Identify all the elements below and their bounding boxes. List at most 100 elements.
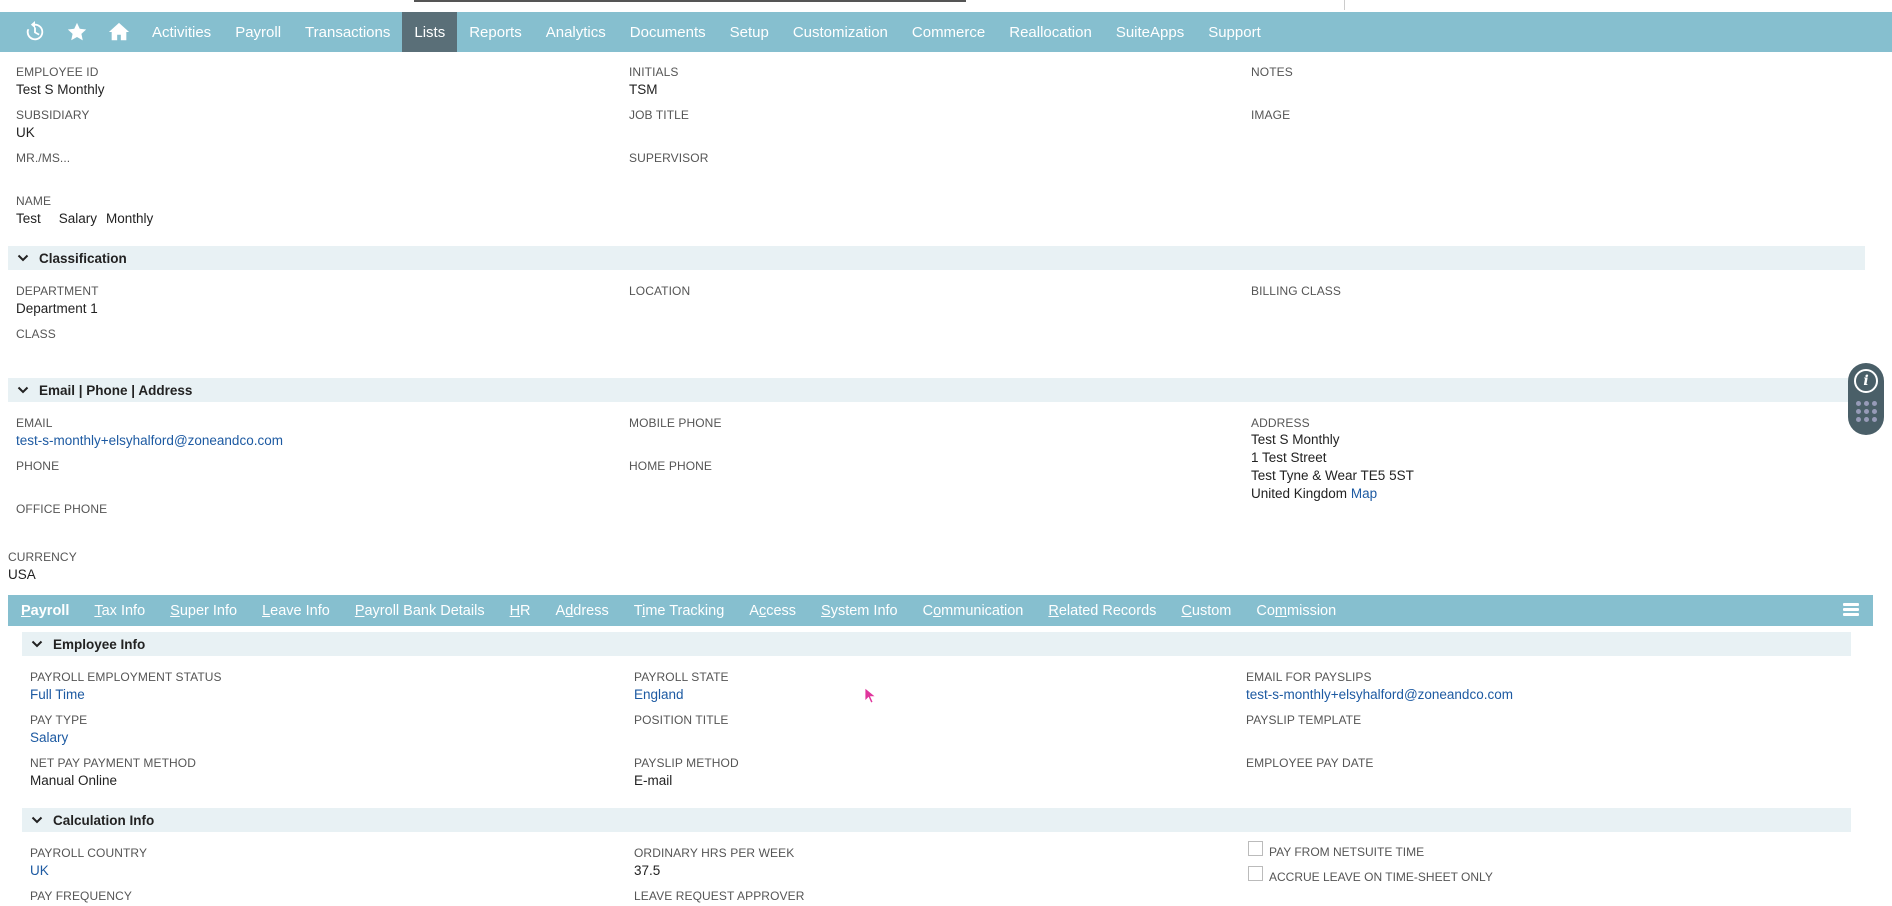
email-for-payslips-field: EMAIL FOR PAYSLIPS test-s-monthly+elsyha…	[1246, 669, 1513, 704]
address-country-line: United Kingdom Map	[1251, 485, 1414, 503]
field-label: PAYROLL EMPLOYMENT STATUS	[30, 670, 222, 684]
subtab-communication[interactable]: Communication	[923, 603, 1024, 619]
field-label: LEAVE REQUEST APPROVER	[634, 889, 805, 903]
chevron-down-icon	[31, 813, 45, 827]
field-label: EMAIL	[16, 416, 53, 430]
location-field: LOCATION	[629, 283, 690, 318]
nav-transactions[interactable]: Transactions	[293, 12, 402, 52]
notes-field: NOTES	[1251, 64, 1293, 99]
chevron-down-icon	[17, 383, 31, 397]
subtab-access[interactable]: Access	[749, 603, 796, 619]
email-link[interactable]: test-s-monthly+elsyhalford@zoneandco.com	[16, 431, 283, 450]
nav-analytics[interactable]: Analytics	[534, 12, 618, 52]
nav-documents[interactable]: Documents	[618, 12, 718, 52]
payroll-state-link[interactable]: England	[634, 685, 729, 704]
nav-suiteapps[interactable]: SuiteApps	[1104, 12, 1196, 52]
office-phone-field: OFFICE PHONE	[16, 501, 107, 536]
nav-payroll[interactable]: Payroll	[223, 12, 293, 52]
payslip-method-field: PAYSLIP METHOD E-mail	[634, 755, 739, 790]
section-title: Classification	[39, 250, 127, 266]
payroll-country-link[interactable]: UK	[30, 861, 147, 880]
subtab-menu-icon[interactable]	[1843, 603, 1859, 617]
net-pay-method-field: NET PAY PAYMENT METHOD Manual Online	[30, 755, 196, 790]
ordinary-hrs-field: ORDINARY HRS PER WEEK 37.5	[634, 845, 794, 880]
info-icon[interactable]: i	[1854, 369, 1878, 393]
phone-value	[16, 474, 59, 493]
subtab-super-info[interactable]: Super Info	[170, 603, 237, 619]
name-value: Test Salary Monthly	[16, 209, 153, 228]
star-icon[interactable]	[56, 12, 98, 52]
payslip-email-link[interactable]: test-s-monthly+elsyhalford@zoneandco.com	[1246, 685, 1513, 704]
salutation-value	[16, 166, 70, 185]
classification-section-header[interactable]: Classification	[8, 246, 1865, 270]
nav-support[interactable]: Support	[1196, 12, 1273, 52]
department-field: DEPARTMENT Department 1	[16, 283, 99, 318]
field-label: NOTES	[1251, 65, 1293, 79]
employee-id-field: EMPLOYEE ID Test S Monthly	[16, 64, 105, 99]
contact-section-header[interactable]: Email | Phone | Address	[8, 378, 1865, 402]
notes-value	[1251, 80, 1293, 99]
recent-icon[interactable]	[14, 12, 56, 52]
payslip-template-value	[1246, 728, 1361, 747]
nav-reallocation[interactable]: Reallocation	[997, 12, 1104, 52]
home-icon[interactable]	[98, 12, 140, 52]
subtab-custom[interactable]: Custom	[1181, 603, 1231, 619]
currency-field: CURRENCY USA	[8, 549, 77, 584]
billing-class-field: BILLING CLASS	[1251, 283, 1341, 318]
office-phone-value	[16, 517, 107, 536]
nav-commerce[interactable]: Commerce	[900, 12, 997, 52]
subtab-related-records[interactable]: Related Records	[1048, 603, 1156, 619]
subtab-time-tracking[interactable]: Time Tracking	[634, 603, 725, 619]
accrue-leave-checkbox[interactable]	[1248, 866, 1263, 881]
section-title: Employee Info	[53, 636, 146, 652]
nav-activities[interactable]: Activities	[140, 12, 223, 52]
field-label: MOBILE PHONE	[629, 416, 722, 430]
calculation-info-section-header[interactable]: Calculation Info	[22, 808, 1851, 832]
top-strip	[0, 0, 1892, 12]
subtab-system-info[interactable]: System Info	[821, 603, 898, 619]
mobile-phone-value	[629, 431, 722, 450]
chevron-down-icon	[17, 251, 31, 265]
side-help-widget[interactable]: i	[1848, 363, 1884, 435]
map-link[interactable]: Map	[1351, 486, 1377, 501]
subtab-tax-info[interactable]: Tax Info	[94, 603, 145, 619]
field-label: ORDINARY HRS PER WEEK	[634, 846, 795, 860]
field-label: PAYSLIP METHOD	[634, 756, 739, 770]
payroll-state-field: PAYROLL STATE England	[634, 669, 729, 704]
subtab-address[interactable]: Address	[556, 603, 609, 619]
subsidiary-field: SUBSIDIARY UK	[16, 107, 89, 142]
field-label: PAYSLIP TEMPLATE	[1246, 713, 1362, 727]
pay-type-link[interactable]: Salary	[30, 728, 87, 747]
currency-value: USA	[8, 567, 36, 582]
salutation-field: MR./MS...	[16, 150, 70, 185]
field-label: IMAGE	[1251, 108, 1291, 122]
employment-status-link[interactable]: Full Time	[30, 685, 222, 704]
subtab-leave-info[interactable]: Leave Info	[262, 603, 330, 619]
subtab-payroll[interactable]: Payroll	[21, 603, 69, 619]
field-label: OFFICE PHONE	[16, 502, 108, 516]
address-country: United Kingdom	[1251, 486, 1348, 501]
nav-reports[interactable]: Reports	[457, 12, 534, 52]
location-value	[629, 299, 690, 318]
image-value	[1251, 123, 1290, 142]
subtab-hr[interactable]: HR	[510, 603, 531, 619]
payslip-method-value: E-mail	[634, 773, 673, 788]
field-label: PAY TYPE	[30, 713, 88, 727]
home-phone-value	[629, 474, 712, 493]
subtab-payroll-bank-details[interactable]: Payroll Bank Details	[355, 603, 485, 619]
field-label: NAME	[16, 194, 52, 208]
address-field: ADDRESS Test S Monthly 1 Test Street Tes…	[1251, 415, 1414, 503]
job-title-value	[629, 123, 689, 142]
class-field: CLASS	[16, 326, 56, 361]
billing-class-value	[1251, 299, 1341, 318]
nav-setup[interactable]: Setup	[718, 12, 781, 52]
employee-info-section-header[interactable]: Employee Info	[22, 632, 1851, 656]
pay-from-netsuite-checkbox[interactable]	[1248, 841, 1263, 856]
nav-customization[interactable]: Customization	[781, 12, 900, 52]
nav-lists[interactable]: Lists	[402, 12, 458, 52]
field-label: HOME PHONE	[629, 459, 713, 473]
subtab-commission[interactable]: Commission	[1256, 603, 1336, 619]
chevron-down-icon	[31, 637, 45, 651]
position-title-field: POSITION TITLE	[634, 712, 729, 747]
grid-dots-icon[interactable]	[1855, 401, 1877, 422]
